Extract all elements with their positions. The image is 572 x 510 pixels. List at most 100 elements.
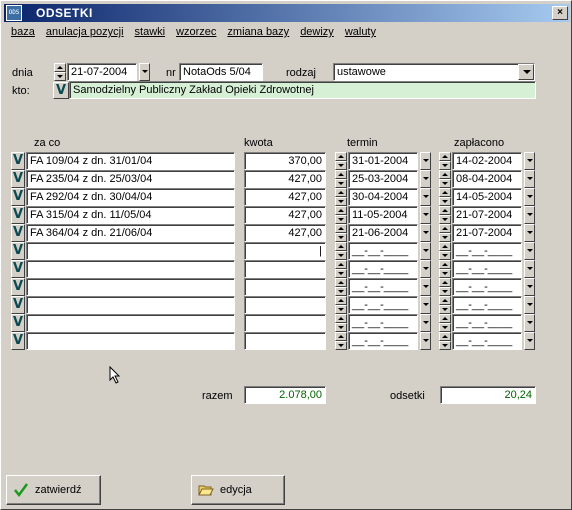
row-zaplacono-spinner[interactable] (439, 260, 451, 278)
row-zaco-field[interactable]: FA 109/04 z dn. 31/01/04 (26, 152, 235, 170)
row-zaplacono-spinner[interactable] (439, 224, 451, 242)
date-spinner[interactable] (54, 63, 66, 81)
menu-zmiana-bazy[interactable]: zmiana bazy (227, 26, 289, 42)
row-zaplacono-dropdown-button[interactable] (524, 278, 535, 296)
title-bar[interactable]: ODS ODSETKI × (4, 4, 570, 22)
row-termin-dropdown-button[interactable] (420, 206, 431, 224)
row-termin-dropdown-button[interactable] (420, 296, 431, 314)
row-termin-dropdown-button[interactable] (420, 188, 431, 206)
row-zaplacono-field[interactable]: 08-04-2004 (452, 170, 522, 188)
row-termin-dropdown-button[interactable] (420, 278, 431, 296)
row-zaplacono-spinner[interactable] (439, 314, 451, 332)
row-termin-spinner[interactable] (335, 224, 347, 242)
row-zaco-field[interactable]: FA 235/04 z dn. 25/03/04 (26, 170, 235, 188)
row-zaplacono-field[interactable]: __-__-____ (452, 332, 522, 350)
row-zaco-field[interactable] (26, 314, 235, 332)
row-zaplacono-spinner[interactable] (439, 278, 451, 296)
row-zaco-field[interactable] (26, 242, 235, 260)
row-zaco-field[interactable]: FA 315/04 z dn. 11/05/04 (26, 206, 235, 224)
row-zaplacono-field[interactable]: 14-05-2004 (452, 188, 522, 206)
row-zaplacono-dropdown-button[interactable] (524, 170, 535, 188)
row-zaplacono-field[interactable]: __-__-____ (452, 278, 522, 296)
menu-baza[interactable]: baza (11, 26, 35, 42)
row-termin-field[interactable]: __-__-____ (348, 278, 418, 296)
row-zaplacono-dropdown-button[interactable] (524, 224, 535, 242)
row-termin-spinner[interactable] (335, 188, 347, 206)
menu-dewizy[interactable]: dewizy (300, 26, 334, 42)
row-kwota-field[interactable] (244, 296, 326, 314)
row-zaplacono-field[interactable]: __-__-____ (452, 296, 522, 314)
nr-field[interactable]: NotaOds 5/04 (179, 63, 263, 81)
row-termin-dropdown-button[interactable] (420, 242, 431, 260)
row-zaplacono-spinner[interactable] (439, 332, 451, 350)
zatwierdz-button[interactable]: zatwierdź (6, 475, 101, 505)
rodzaj-select[interactable]: ustawowe (333, 63, 535, 81)
row-zaco-field[interactable] (26, 296, 235, 314)
menu-wzorzec[interactable]: wzorzec (176, 26, 216, 42)
row-select-button[interactable]: V (11, 152, 25, 170)
row-termin-spinner[interactable] (335, 152, 347, 170)
date-field[interactable]: 21-07-2004 (67, 63, 137, 81)
row-select-button[interactable]: V (11, 314, 25, 332)
row-kwota-field[interactable]: 427,00 (244, 170, 326, 188)
row-zaplacono-spinner[interactable] (439, 296, 451, 314)
row-kwota-field[interactable] (244, 314, 326, 332)
menu-waluty[interactable]: waluty (345, 26, 376, 42)
row-zaplacono-dropdown-button[interactable] (524, 242, 535, 260)
row-kwota-field[interactable]: 427,00 (244, 224, 326, 242)
row-termin-field[interactable]: 21-06-2004 (348, 224, 418, 242)
row-termin-spinner[interactable] (335, 278, 347, 296)
row-kwota-field[interactable]: | (244, 242, 326, 260)
row-zaplacono-dropdown-button[interactable] (524, 260, 535, 278)
row-zaplacono-spinner[interactable] (439, 188, 451, 206)
rodzaj-dropdown-button[interactable] (518, 64, 534, 80)
date-dropdown-button[interactable] (139, 63, 150, 81)
row-termin-dropdown-button[interactable] (420, 170, 431, 188)
row-kwota-field[interactable] (244, 332, 326, 350)
row-termin-spinner[interactable] (335, 314, 347, 332)
row-zaplacono-dropdown-button[interactable] (524, 314, 535, 332)
row-termin-field[interactable]: __-__-____ (348, 242, 418, 260)
row-zaplacono-field[interactable]: __-__-____ (452, 260, 522, 278)
row-select-button[interactable]: V (11, 242, 25, 260)
row-select-button[interactable]: V (11, 296, 25, 314)
row-termin-spinner[interactable] (335, 170, 347, 188)
row-select-button[interactable]: V (11, 278, 25, 296)
menu-stawki[interactable]: stawki (135, 26, 166, 42)
row-zaplacono-dropdown-button[interactable] (524, 188, 535, 206)
row-termin-spinner[interactable] (335, 206, 347, 224)
row-select-button[interactable]: V (11, 170, 25, 188)
row-select-button[interactable]: V (11, 332, 25, 350)
row-select-button[interactable]: V (11, 224, 25, 242)
row-termin-field[interactable]: 31-01-2004 (348, 152, 418, 170)
kto-select-button[interactable]: V (53, 82, 69, 99)
row-termin-field[interactable]: __-__-____ (348, 260, 418, 278)
row-termin-field[interactable]: 30-04-2004 (348, 188, 418, 206)
row-zaco-field[interactable] (26, 278, 235, 296)
row-zaplacono-spinner[interactable] (439, 170, 451, 188)
row-kwota-field[interactable]: 370,00 (244, 152, 326, 170)
row-select-button[interactable]: V (11, 188, 25, 206)
row-zaplacono-field[interactable]: __-__-____ (452, 242, 522, 260)
row-select-button[interactable]: V (11, 206, 25, 224)
row-termin-spinner[interactable] (335, 242, 347, 260)
row-zaplacono-dropdown-button[interactable] (524, 206, 535, 224)
row-termin-field[interactable]: 11-05-2004 (348, 206, 418, 224)
row-zaplacono-dropdown-button[interactable] (524, 152, 535, 170)
row-zaplacono-field[interactable]: 21-07-2004 (452, 206, 522, 224)
row-kwota-field[interactable] (244, 260, 326, 278)
row-termin-spinner[interactable] (335, 296, 347, 314)
row-zaplacono-spinner[interactable] (439, 242, 451, 260)
row-zaplacono-spinner[interactable] (439, 206, 451, 224)
row-termin-spinner[interactable] (335, 332, 347, 350)
row-termin-dropdown-button[interactable] (420, 224, 431, 242)
edycja-button[interactable]: edycja (191, 475, 285, 505)
row-select-button[interactable]: V (11, 260, 25, 278)
row-zaplacono-spinner[interactable] (439, 152, 451, 170)
row-termin-dropdown-button[interactable] (420, 332, 431, 350)
row-termin-field[interactable]: __-__-____ (348, 332, 418, 350)
row-kwota-field[interactable]: 427,00 (244, 206, 326, 224)
row-termin-dropdown-button[interactable] (420, 152, 431, 170)
row-zaco-field[interactable] (26, 332, 235, 350)
row-zaco-field[interactable]: FA 364/04 z dn. 21/06/04 (26, 224, 235, 242)
